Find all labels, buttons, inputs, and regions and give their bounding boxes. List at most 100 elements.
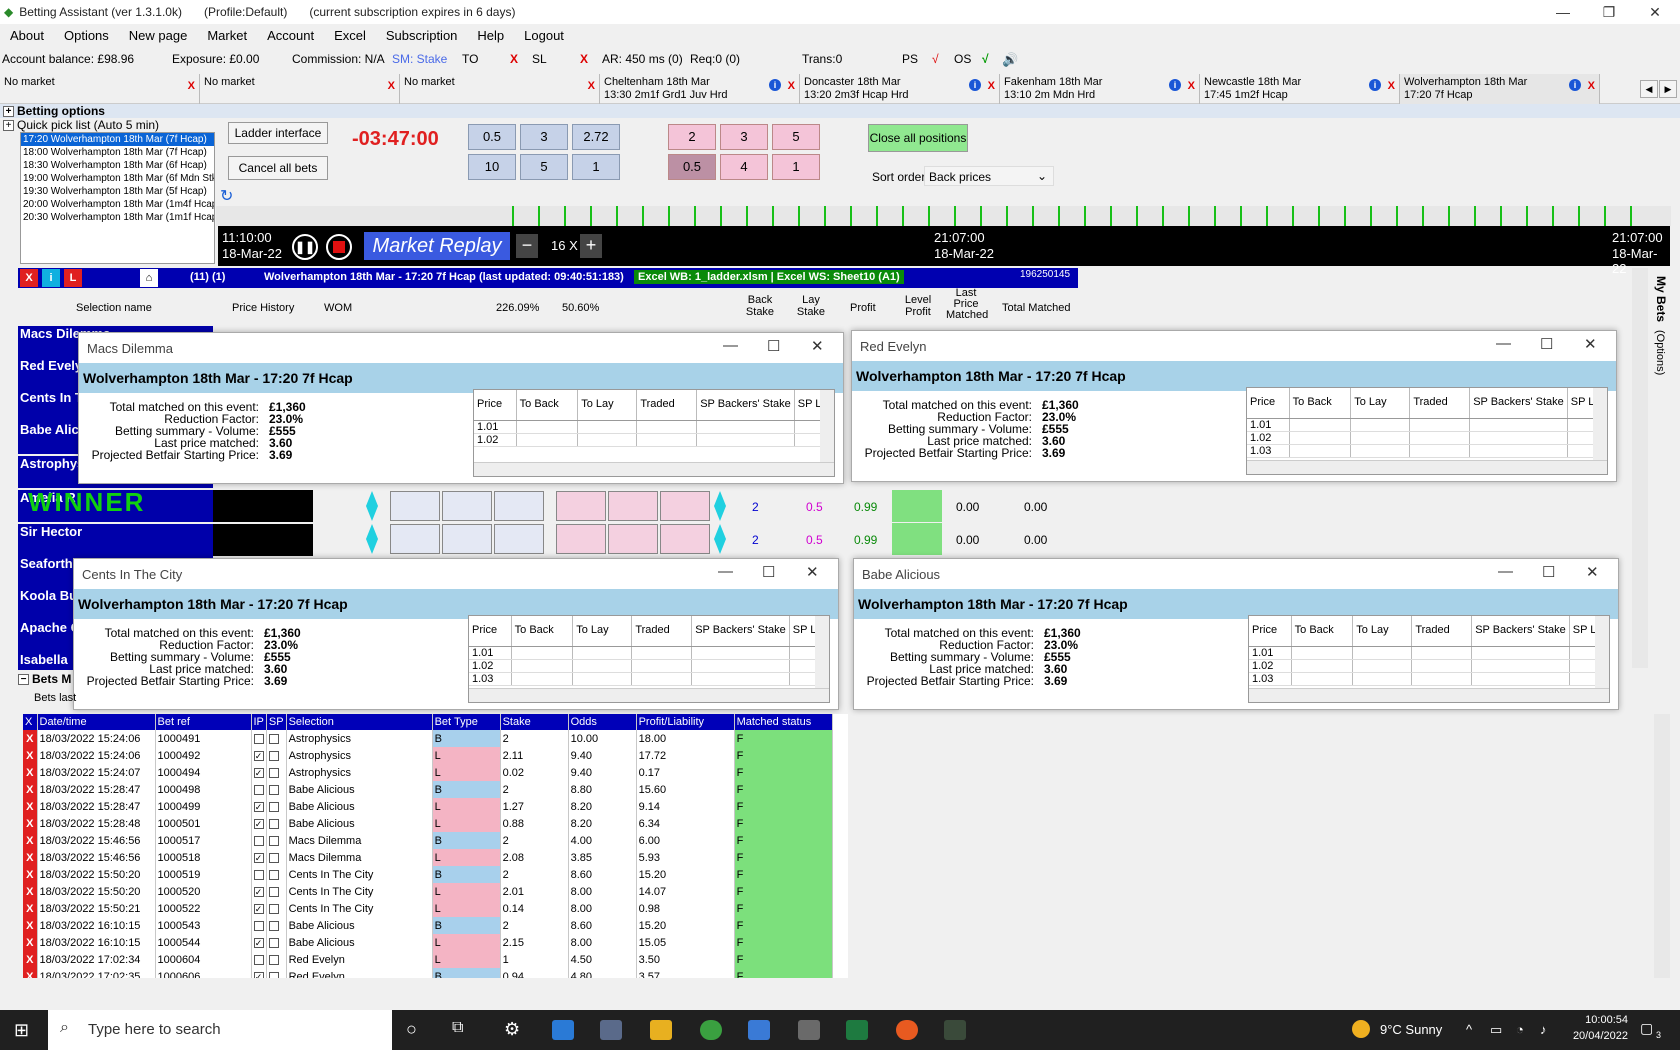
menu-about[interactable]: About xyxy=(0,28,54,43)
firefox-icon[interactable] xyxy=(896,1020,918,1040)
expand-icon[interactable]: + xyxy=(3,120,14,132)
lay-stake-value[interactable]: 0.5 xyxy=(806,500,823,514)
tab-scroll-right-icon[interactable]: ▶ xyxy=(1659,80,1677,98)
cancel-bet-icon[interactable]: X xyxy=(23,951,38,968)
quick-pick-list[interactable]: 17:20 Wolverhampton 18th Mar (7f Hcap) 1… xyxy=(20,132,215,264)
tab-market-3[interactable]: No market X xyxy=(400,74,600,104)
sp-checkbox[interactable] xyxy=(266,815,287,832)
bets-col-header[interactable]: Selection xyxy=(286,714,433,730)
list-item[interactable]: 20:30 Wolverhampton 18th Mar (1m1f Hcap xyxy=(21,211,214,224)
info-icon[interactable]: i xyxy=(42,269,60,287)
cancel-bet-icon[interactable]: X xyxy=(23,764,38,781)
minimize-icon[interactable]: — xyxy=(1496,335,1511,352)
stake-mode[interactable]: SM: Stake xyxy=(392,52,447,66)
sort-order-select[interactable]: Back prices ⌄ xyxy=(924,166,1054,186)
lay-price-cell[interactable] xyxy=(660,491,710,521)
app-icon[interactable] xyxy=(600,1020,622,1040)
list-item[interactable]: 19:00 Wolverhampton 18th Mar (6f Mdn Stk xyxy=(21,172,214,185)
lay-stake-button[interactable]: 3 xyxy=(720,124,768,150)
cancel-bet-icon[interactable]: X xyxy=(23,900,38,917)
speed-up-button[interactable]: + xyxy=(580,234,602,258)
ip-checkbox[interactable]: ✓ xyxy=(251,747,267,764)
cortana-icon[interactable]: ○ xyxy=(406,1019,417,1040)
table-row[interactable]: X 18/03/2022 15:46:56 1000518 ✓ Macs Dilemma… xyxy=(23,849,833,866)
replay-timeline[interactable] xyxy=(216,206,1671,226)
sp-checkbox[interactable] xyxy=(266,747,287,764)
sp-checkbox[interactable] xyxy=(266,781,287,798)
ip-checkbox[interactable] xyxy=(251,866,267,883)
wifi-icon[interactable]: ◔ xyxy=(1516,1022,1524,1037)
speed-down-button[interactable]: − xyxy=(516,234,538,258)
ip-checkbox[interactable]: ✓ xyxy=(251,815,267,832)
sp-checkbox[interactable] xyxy=(266,730,287,747)
calculator-icon[interactable] xyxy=(798,1020,820,1040)
list-item[interactable]: 18:00 Wolverhampton 18th Mar (7f Hcap) xyxy=(21,146,214,159)
runner-popup-red-evelyn[interactable]: Red Evelyn — ☐ ✕ Wolverhampton 18th Mar - 1… xyxy=(851,330,1617,482)
minimize-icon[interactable]: — xyxy=(723,337,738,354)
ladder-scrollbar[interactable] xyxy=(1632,268,1648,668)
back-price-cell[interactable] xyxy=(494,491,544,521)
stop-icon[interactable] xyxy=(326,234,352,260)
info-icon[interactable]: i xyxy=(1169,79,1181,91)
bets-scrollbar[interactable] xyxy=(1654,714,1670,978)
runner-popup-macs-dilemma[interactable]: Macs Dilemma — ☐ ✕ Wolverhampton 18th Mar -… xyxy=(78,332,844,484)
sp-checkbox[interactable] xyxy=(266,832,287,849)
close-tab-icon[interactable]: X xyxy=(1388,80,1395,93)
ip-checkbox[interactable]: ✓ xyxy=(251,900,267,917)
level-profit-cell[interactable] xyxy=(892,523,942,555)
close-icon[interactable]: ✕ xyxy=(1586,563,1599,581)
horizontal-scrollbar[interactable] xyxy=(1247,460,1607,474)
close-market-icon[interactable]: X xyxy=(20,269,38,287)
runner-name[interactable]: Amelia R WINNER xyxy=(18,489,213,522)
back-stake-value[interactable]: 2 xyxy=(752,500,759,514)
table-row[interactable]: X 18/03/2022 17:02:35 1000606 ✓ Red Evelyn B 0… xyxy=(23,968,833,978)
ip-checkbox[interactable] xyxy=(251,781,267,798)
weather[interactable]: 9°C Sunny xyxy=(1380,1022,1442,1037)
quick-pick-row[interactable]: + Quick pick list (Auto 5 min) xyxy=(0,118,159,132)
menu-market[interactable]: Market xyxy=(197,28,257,43)
close-tab-icon[interactable]: X xyxy=(188,80,195,93)
table-row[interactable]: X 18/03/2022 15:24:06 1000491 Astrophysics B… xyxy=(23,730,833,747)
cancel-all-bets-button[interactable]: Cancel all bets xyxy=(228,156,328,180)
lock-l-icon[interactable]: L xyxy=(64,269,82,287)
close-tab-icon[interactable]: X xyxy=(588,80,595,93)
menu-logout[interactable]: Logout xyxy=(514,28,574,43)
list-item[interactable]: 18:30 Wolverhampton 18th Mar (6f Hcap) xyxy=(21,159,214,172)
close-all-positions-button[interactable]: Close all positions xyxy=(868,124,968,152)
minimize-icon[interactable]: — xyxy=(1540,0,1586,24)
lay-stake-button[interactable]: 0.5 xyxy=(668,154,716,180)
sp-checkbox[interactable] xyxy=(266,764,287,781)
back-price-cell[interactable] xyxy=(442,491,492,521)
back-stake-button[interactable]: 3 xyxy=(520,124,568,150)
close-icon[interactable]: ✕ xyxy=(1632,0,1678,24)
table-row[interactable]: X 18/03/2022 15:28:47 1000499 ✓ Babe Aliciou… xyxy=(23,798,833,815)
maximize-icon[interactable]: ☐ xyxy=(762,563,775,581)
ip-checkbox[interactable]: ✓ xyxy=(251,883,267,900)
volume-icon[interactable]: ♪ xyxy=(1540,1022,1547,1037)
ip-checkbox[interactable]: ✓ xyxy=(251,934,267,951)
back-stake-button[interactable]: 2.72 xyxy=(572,124,620,150)
minimize-icon[interactable]: — xyxy=(1498,563,1513,580)
info-icon[interactable]: i xyxy=(1569,79,1581,91)
cancel-bet-icon[interactable]: X xyxy=(23,849,38,866)
sp-checkbox[interactable] xyxy=(266,866,287,883)
close-icon[interactable]: ✕ xyxy=(811,337,824,355)
sp-checkbox[interactable] xyxy=(266,917,287,934)
bets-col-header[interactable]: X xyxy=(23,714,38,730)
bets-col-header[interactable]: SP xyxy=(266,714,287,730)
ip-checkbox[interactable] xyxy=(251,917,267,934)
close-tab-icon[interactable]: X xyxy=(1588,80,1595,93)
lay-price-cell[interactable] xyxy=(556,524,606,554)
cancel-bet-icon[interactable]: X xyxy=(23,883,38,900)
tray-chevron-icon[interactable]: ^ xyxy=(1466,1022,1472,1037)
clock-date[interactable]: 20/04/2022 xyxy=(1564,1030,1628,1042)
maximize-icon[interactable]: ☐ xyxy=(1542,563,1555,581)
back-price-cell[interactable] xyxy=(390,524,440,554)
windows-start-icon[interactable]: ⊞ xyxy=(14,1020,29,1041)
file-explorer-icon[interactable] xyxy=(650,1020,672,1040)
info-icon[interactable]: i xyxy=(969,79,981,91)
speaker-icon[interactable]: 🔊 xyxy=(1002,52,1018,68)
betting-assistant-icon[interactable] xyxy=(944,1020,966,1040)
horizontal-scrollbar[interactable] xyxy=(474,462,834,476)
close-tab-icon[interactable]: X xyxy=(388,80,395,93)
